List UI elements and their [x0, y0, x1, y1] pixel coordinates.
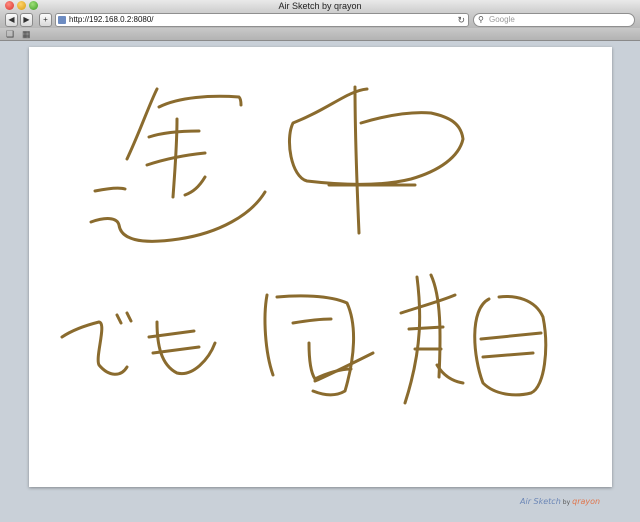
show-bookmarks-icon[interactable]: ❑: [6, 29, 14, 39]
back-button[interactable]: ◀: [5, 13, 18, 27]
title-bar: Air Sketch by qrayon: [0, 0, 640, 12]
brand-by: by: [562, 499, 571, 506]
sketch-canvas[interactable]: [29, 47, 612, 487]
site-favicon-icon: [58, 16, 66, 24]
brand-app-name: Air Sketch: [520, 497, 561, 506]
page-content: Air Sketch by qrayon: [0, 41, 640, 522]
window-title: Air Sketch by qrayon: [278, 1, 362, 11]
sketch-stroke: [407, 325, 445, 331]
air-sketch-logo: Air Sketch by qrayon: [520, 497, 600, 506]
sketch-stroke: [291, 317, 333, 325]
zoom-window-button[interactable]: [29, 1, 38, 10]
sketch-stroke: [147, 329, 196, 339]
sketch-stroke: [89, 190, 267, 243]
minimize-window-button[interactable]: [17, 1, 26, 10]
sketch-stroke: [481, 351, 535, 359]
sketch-stroke: [399, 293, 457, 315]
sketch-stroke: [125, 87, 159, 161]
bookmarks-bar: ❑ ▦: [0, 28, 640, 41]
sketch-stroke: [435, 363, 465, 385]
sketch-stroke: [263, 293, 275, 377]
sketch-stroke: [313, 351, 375, 383]
sketch-stroke: [403, 275, 422, 405]
brand-maker: qrayon: [572, 497, 601, 506]
search-field[interactable]: ⚲ Google: [473, 13, 635, 27]
close-window-button[interactable]: [5, 1, 14, 10]
sketch-stroke: [288, 87, 465, 186]
browser-window: Air Sketch by qrayon ◀ ▶ + http://192.16…: [0, 0, 640, 522]
sketch-stroke: [157, 94, 243, 109]
url-text: http://192.168.0.2:8080/: [69, 15, 154, 24]
sketch-stroke: [125, 311, 133, 323]
reload-icon[interactable]: ↻: [457, 14, 465, 26]
sketch-stroke: [479, 331, 543, 341]
sketch-stroke: [147, 129, 201, 139]
sketch-stroke: [183, 175, 207, 197]
add-bookmark-button[interactable]: +: [39, 13, 52, 27]
search-placeholder: Google: [489, 15, 515, 24]
sketch-drawing: [60, 85, 548, 405]
address-bar[interactable]: http://192.168.0.2:8080/ ↻: [55, 13, 469, 27]
sketch-stroke: [60, 320, 129, 376]
sketch-stroke: [93, 186, 127, 193]
sketch-stroke: [353, 85, 361, 235]
sketch-stroke: [473, 295, 548, 397]
forward-button[interactable]: ▶: [20, 13, 33, 27]
search-icon: ⚲: [478, 15, 484, 24]
browser-toolbar: ◀ ▶ + http://192.168.0.2:8080/ ↻ ⚲ Googl…: [0, 12, 640, 28]
sketch-stroke: [115, 313, 123, 325]
top-sites-grid-icon[interactable]: ▦: [22, 29, 31, 39]
